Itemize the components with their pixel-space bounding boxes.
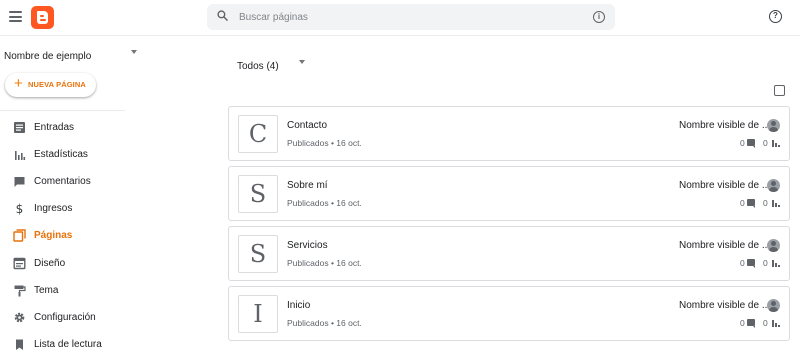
filter-label: Todos (4) xyxy=(237,61,279,72)
sidebar-item-estadisticas[interactable]: Estadísticas xyxy=(0,143,190,167)
page-thumbnail: S xyxy=(238,175,278,213)
comment-icon xyxy=(747,319,755,328)
posts-icon xyxy=(14,122,25,133)
new-page-button[interactable]: + NUEVA PÁGINA xyxy=(5,73,96,97)
filter-dropdown[interactable]: Todos (4) xyxy=(237,56,317,72)
top-bar: i ? xyxy=(0,0,800,36)
sidebar-item-configuracion[interactable]: Configuración xyxy=(0,306,190,330)
avatar xyxy=(767,119,780,132)
views-icon xyxy=(772,259,780,267)
comment-count: 0 xyxy=(740,318,745,328)
page-author: Nombre visible de ... xyxy=(679,180,771,191)
chevron-down-icon xyxy=(131,50,137,54)
page-thumbnail: S xyxy=(238,235,278,273)
blogger-logo-icon[interactable] xyxy=(31,6,54,29)
comment-icon xyxy=(747,199,755,208)
view-count: 0 xyxy=(763,318,768,328)
view-count: 0 xyxy=(763,198,768,208)
dollar-icon: $ xyxy=(16,202,24,215)
plus-icon: + xyxy=(14,75,23,92)
views-icon xyxy=(772,199,780,207)
comment-count: 0 xyxy=(740,198,745,208)
sidebar-item-entradas[interactable]: Entradas xyxy=(0,116,190,140)
comments-icon xyxy=(14,177,25,187)
avatar xyxy=(767,179,780,192)
page-status: Publicados • 16 oct. xyxy=(287,318,362,328)
stats-icon xyxy=(15,151,26,160)
sidebar-item-paginas[interactable]: Páginas xyxy=(0,224,190,248)
theme-icon xyxy=(14,285,26,297)
sidebar-item-tema[interactable]: Tema xyxy=(0,279,190,303)
page-card-sobre-mi[interactable]: S Sobre mí Publicados • 16 oct. Nombre v… xyxy=(228,166,790,221)
new-page-label: NUEVA PÁGINA xyxy=(28,80,86,89)
page-title[interactable]: Contacto xyxy=(287,120,327,131)
page-status: Publicados • 16 oct. xyxy=(287,138,362,148)
page-card-contacto[interactable]: C Contacto Publicados • 16 oct. Nombre v… xyxy=(228,106,790,161)
sidebar-item-ingresos[interactable]: $ Ingresos xyxy=(0,197,190,221)
help-icon[interactable]: ? xyxy=(769,10,782,23)
comment-icon xyxy=(747,259,755,268)
views-icon xyxy=(772,139,780,147)
hamburger-menu-icon[interactable] xyxy=(9,11,22,22)
blog-selector[interactable]: Nombre de ejemplo xyxy=(4,46,140,62)
comment-count: 0 xyxy=(740,138,745,148)
avatar xyxy=(767,299,780,312)
page-card-inicio[interactable]: I Inicio Publicados • 16 oct. Nombre vis… xyxy=(228,286,790,341)
sidebar-divider xyxy=(0,110,125,111)
view-count: 0 xyxy=(763,258,768,268)
comment-icon xyxy=(747,139,755,148)
sidebar-item-lista-de-lectura[interactable]: Lista de lectura xyxy=(0,333,190,357)
views-icon xyxy=(772,319,780,327)
page-title[interactable]: Servicios xyxy=(287,240,328,251)
pages-icon xyxy=(13,229,26,242)
search-icon xyxy=(217,10,228,21)
page-author: Nombre visible de ... xyxy=(679,300,771,311)
gear-icon xyxy=(14,312,25,323)
blog-name: Nombre de ejemplo xyxy=(4,51,92,62)
page-author: Nombre visible de ... xyxy=(679,120,771,131)
info-icon[interactable]: i xyxy=(593,11,605,23)
sidebar-item-comentarios[interactable]: Comentarios xyxy=(0,170,190,194)
page-title[interactable]: Sobre mí xyxy=(287,180,328,191)
page-card-servicios[interactable]: S Servicios Publicados • 16 oct. Nombre … xyxy=(228,226,790,281)
bookmark-icon xyxy=(16,339,23,350)
page-thumbnail: I xyxy=(238,295,278,333)
layout-icon xyxy=(13,257,26,270)
view-count: 0 xyxy=(763,138,768,148)
svg-text:$: $ xyxy=(16,202,24,215)
page-author: Nombre visible de ... xyxy=(679,240,771,251)
avatar xyxy=(767,239,780,252)
select-all-checkbox[interactable] xyxy=(774,85,785,96)
search-input[interactable] xyxy=(239,8,579,26)
page-status: Publicados • 16 oct. xyxy=(287,198,362,208)
page-title[interactable]: Inicio xyxy=(287,300,310,311)
page-status: Publicados • 16 oct. xyxy=(287,258,362,268)
sidebar-item-diseno[interactable]: Diseño xyxy=(0,252,190,276)
chevron-down-icon xyxy=(299,60,305,64)
search-bar: i xyxy=(207,4,615,30)
comment-count: 0 xyxy=(740,258,745,268)
page-thumbnail: C xyxy=(238,115,278,153)
